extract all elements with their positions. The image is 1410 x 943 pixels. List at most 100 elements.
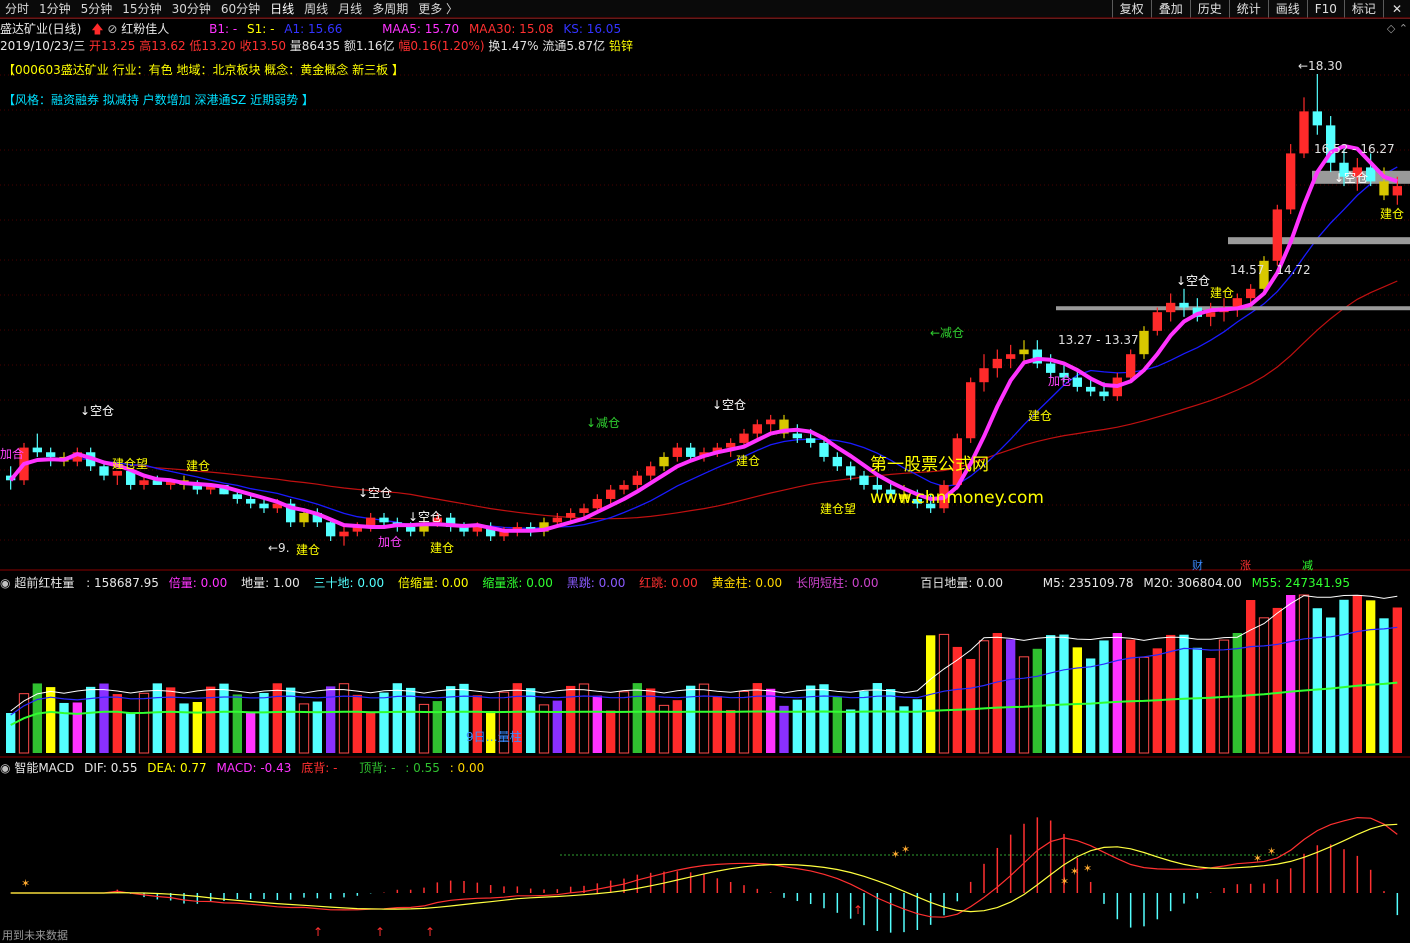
signal-icon: ✶ [1267,845,1276,858]
volume-bar [806,685,816,753]
volume-bar [219,683,229,753]
volume-bar [1099,640,1109,753]
volume-bar [179,703,189,753]
zone1-label: 16.52 - 16.27 [1314,142,1395,156]
volume-bar [712,696,722,753]
volume-bar [752,683,762,753]
volume-bar [738,690,750,754]
candle-body [579,508,589,513]
volume-bar [912,699,922,753]
candle-body [739,433,749,443]
candle-body [1046,363,1056,373]
volume-bar [1352,595,1362,753]
volume-bar [272,683,282,753]
macd-title[interactable]: 智能MACD [14,761,74,775]
candle-body [966,382,976,439]
dif: DIF: 0.55 [84,761,138,775]
volume-bar [1298,594,1310,754]
candle-body [806,438,816,443]
candle-body [406,526,416,532]
signal-label: ↓空仓 [712,398,746,412]
signal-icon: ✶ [891,848,900,861]
candle-body [1006,354,1016,359]
volume-bar [1272,607,1282,753]
volume-bar [686,685,696,753]
candle-body [979,368,989,383]
volume-bar [952,646,962,753]
candle-body [339,531,349,537]
diliang: 地量: 1.00 [241,576,300,590]
volume-bar [526,688,536,753]
vol-ma55-line [10,681,1398,726]
volume-bar [859,691,869,753]
candle-body [686,447,696,457]
candle-body [819,442,829,457]
signal-label: 建仓 [1210,286,1234,300]
candle-body [1072,377,1082,387]
candle-body [246,498,256,504]
volume-bar [899,706,909,753]
signal-label: ↓空仓 [1176,274,1210,288]
volume-bar [646,688,656,753]
volume-bar [779,705,789,753]
candle-body [566,512,576,518]
candlestick-chart[interactable]: ←18.30 16.52 - 16.27 14.57 - 14.72 13.27 - … [0,0,1410,941]
volume-bar [938,633,950,754]
volume-bar [112,694,122,753]
buy-arrow-icon: ↑ [375,925,385,939]
sanshidi: 三十地: 0.00 [313,576,385,590]
macd-value: MACD: -0.43 [216,761,292,775]
macd-header: ◉ 智能MACD DIF: 0.55 DEA: 0.77 MACD: -0.43… [0,759,484,775]
volume-bar [592,695,602,753]
gear-icon[interactable]: ◉ [0,761,10,775]
volume-bar [1112,633,1122,753]
zone2-label: 14.57 - 14.72 [1230,263,1311,277]
buy-arrow-icon: ↑ [425,925,435,939]
volume-bar [552,700,562,753]
signal-label: ↓空仓 [408,510,442,524]
volume-bar [206,686,216,753]
volume-bar [138,692,150,754]
signal-icon: ✶ [1070,865,1079,878]
huangjinzhu: 黄金柱: 0.00 [711,576,783,590]
watermark-url: www.chnmoney.com [870,488,1044,508]
signal-label: ↓减仓 [586,416,620,430]
candle-body [379,517,389,523]
gear-icon[interactable]: ◉ [0,576,10,590]
volume-bar [966,658,976,753]
candle-body [1179,302,1189,308]
volume-bar [246,711,256,753]
candle-body [139,480,149,485]
candle-body [232,494,242,499]
dea: DEA: 0.77 [147,761,207,775]
volume-bar [1379,618,1389,753]
dea-line [10,823,1398,913]
ma10-line [10,166,1398,530]
signal-label: 建仓望 [112,457,148,471]
volume-bar [366,711,376,753]
candle-body [792,433,802,439]
bairidiliang: 百日地量: 0.00 [920,576,1003,590]
vol-indicator-title[interactable]: 超前红柱量 [14,576,74,590]
volume-bar [18,693,30,754]
signal-label: 加合 [0,446,24,461]
volume-bar [1138,656,1150,754]
x1: : 0.55 [405,761,440,775]
volume-bar [1086,658,1096,753]
volume-bar [832,696,842,753]
signal-icon: ✶ [1253,852,1262,865]
volume-bar [1126,639,1136,753]
signal-label: 建仓 [1028,409,1052,423]
beiliang: 倍量: 0.00 [168,576,228,590]
volume-bar [432,701,442,753]
high-price-label: ←18.30 [1298,59,1342,73]
candle-body [326,522,336,537]
signal-icon: ✶ [21,877,30,890]
volume-bar [1192,647,1202,753]
candle-body [1139,330,1149,355]
candle-body [659,456,669,467]
candle-body [646,466,656,476]
candle-body [752,424,762,434]
candle-body [1286,153,1296,210]
signal-icon: ✶ [1060,875,1069,888]
